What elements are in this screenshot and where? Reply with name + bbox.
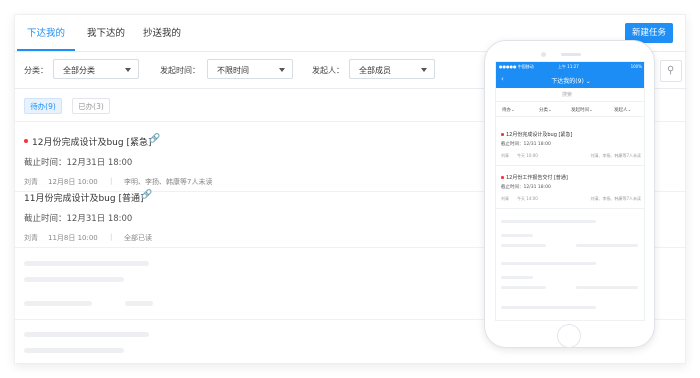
skeleton-line (501, 234, 533, 237)
skeleton-line (501, 276, 533, 279)
phone-speaker (561, 53, 581, 56)
tab-cc-me[interactable]: 抄送我的 (143, 25, 181, 39)
task-deadline: 截止时间：12月31日 18:00 (24, 214, 133, 224)
phone-search-placeholder: 搜索 (562, 92, 573, 98)
urgent-dot (24, 139, 28, 143)
chevron-down-icon (125, 68, 131, 72)
task-creator: 刘青 (24, 234, 38, 242)
phone-filter-bar: 待办⌄ 分类⌄ 发起时间⌄ 发起人⌄ (496, 103, 644, 117)
creator-select[interactable]: 全部成员 (349, 59, 435, 79)
creator-filter-label: 发起人： (312, 66, 344, 75)
tab-todo[interactable]: 待办(9) (24, 98, 62, 114)
time-filter-label: 发起时间： (160, 66, 200, 75)
tab-assigned-by-me[interactable]: 我下达的 (87, 25, 125, 39)
active-tab-indicator (17, 49, 75, 51)
phone-filter-time[interactable]: 发起时间⌄ (571, 107, 593, 113)
phone-task-title: 12月份完成设计及bug [紧急] (506, 132, 573, 138)
phone-task-read-status: 刘清、李扬、韩康等7人未读 (590, 196, 641, 201)
phone-home-button (557, 324, 581, 348)
time-select-value: 不限时间 (217, 66, 249, 75)
urgent-dot (501, 133, 504, 136)
meta-divider: | (110, 233, 113, 241)
task-date: 11月8日 10:00 (48, 234, 98, 242)
skeleton-line (24, 277, 124, 282)
skeleton-line (501, 286, 546, 289)
skeleton-line (576, 244, 638, 247)
phone-filter-category[interactable]: 分类⌄ (539, 107, 552, 113)
urgent-dot (501, 176, 504, 179)
phone-status-bar: ●●●●● 中国移动 上午 11:27 100% (496, 62, 644, 72)
skeleton-line (501, 220, 596, 223)
phone-mockup: ●●●●● 中国移动 上午 11:27 100% ‹ 下达我的(9) ⌄ 搜索 … (484, 40, 655, 348)
phone-camera (541, 52, 546, 57)
tab-done[interactable]: 已办(3) (72, 98, 110, 114)
skeleton-line (24, 348, 124, 353)
phone-screen: ●●●●● 中国移动 上午 11:27 100% ‹ 下达我的(9) ⌄ 搜索 … (495, 61, 645, 321)
skeleton-line (501, 244, 546, 247)
skeleton-line (501, 306, 596, 309)
paperclip-icon: 🔗 (149, 134, 161, 144)
phone-nav-bar: ‹ 下达我的(9) ⌄ (496, 72, 644, 88)
phone-task-date: 今天 14:00 (517, 196, 538, 201)
skeleton-line (24, 332, 149, 337)
phone-task-item[interactable]: 12月份完成设计及bug [紧急] 截止时间：12/31 18:00 刘青 今天… (496, 124, 644, 166)
tab-assigned-to-me[interactable]: 下达我的 (27, 25, 65, 39)
skeleton-line (24, 261, 149, 266)
phone-search-bar[interactable]: 搜索 (496, 88, 644, 102)
status-battery: 100% (630, 64, 642, 69)
phone-task-read-status: 刘清、李扬、韩康等7人未读 (590, 153, 641, 158)
phone-filter-status[interactable]: 待办⌄ (502, 107, 515, 113)
phone-title[interactable]: 下达我的(9) ⌄ (496, 76, 644, 85)
category-select[interactable]: 全部分类 (53, 59, 139, 79)
status-time: 上午 11:27 (558, 64, 579, 69)
chevron-down-icon (421, 68, 427, 72)
phone-task-creator: 刘青 (501, 196, 509, 201)
chevron-down-icon (279, 68, 285, 72)
skeleton-line (501, 262, 596, 265)
status-carrier: ●●●●● 中国移动 (499, 64, 534, 69)
skeleton-line (576, 286, 638, 289)
phone-filter-creator[interactable]: 发起人⌄ (614, 107, 631, 113)
phone-task-item[interactable]: 12月份工作报告交付 [普通] 截止时间：12/31 18:00 刘青 今天 1… (496, 167, 644, 209)
task-title[interactable]: 11月份完成设计及bug [普通] (24, 191, 143, 204)
phone-task-deadline: 截止时间：12/31 18:00 (501, 142, 551, 147)
search-button[interactable]: ⚲ (660, 60, 682, 82)
task-deadline: 截止时间：12月31日 18:00 (24, 158, 133, 168)
phone-task-title: 12月份工作报告交付 [普通] (506, 175, 568, 181)
skeleton-line (24, 301, 92, 306)
task-read-status: 全部已读 (124, 234, 152, 242)
task-title[interactable]: 12月份完成设计及bug [紧急] (32, 135, 151, 148)
category-select-value: 全部分类 (63, 66, 95, 75)
paperclip-icon: 🔗 (141, 190, 153, 200)
skeleton-line (125, 301, 153, 306)
phone-task-deadline: 截止时间：12/31 18:00 (501, 185, 551, 190)
search-icon: ⚲ (667, 65, 675, 76)
creator-select-value: 全部成员 (359, 66, 391, 75)
category-filter-label: 分类： (24, 66, 48, 75)
phone-task-creator: 刘青 (501, 153, 509, 158)
page-root: 下达我的 我下达的 抄送我的 新建任务 分类： 全部分类 发起时间： 不限时间 … (0, 0, 700, 378)
time-select[interactable]: 不限时间 (207, 59, 293, 79)
phone-task-date: 今天 10:00 (517, 153, 538, 158)
